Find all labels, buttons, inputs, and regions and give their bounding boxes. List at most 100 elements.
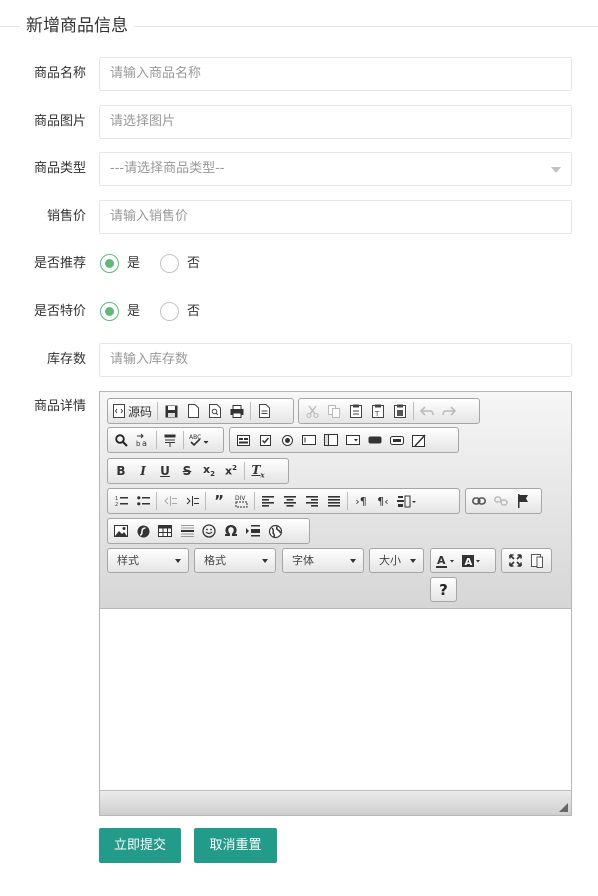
templates-button[interactable] (253, 400, 275, 422)
recommend-no-radio[interactable]: 否 (160, 254, 200, 273)
checkbox-icon (259, 434, 271, 446)
select-button[interactable] (342, 429, 364, 451)
format-combo[interactable]: 格式 (194, 548, 276, 573)
copy-button[interactable] (323, 400, 345, 422)
spellcheck-button[interactable]: ABC (186, 429, 212, 451)
create-div-button[interactable]: DIV (230, 490, 252, 512)
row-sale-price: 销售价 请输入销售价 (0, 200, 598, 234)
stock-input[interactable]: 请输入库存数 (99, 343, 572, 377)
numbered-list-button[interactable]: 12 (110, 490, 132, 512)
strike-button[interactable]: S (176, 460, 198, 482)
table-button[interactable] (154, 520, 176, 542)
replace-button[interactable]: ab (132, 429, 154, 451)
undo-button[interactable] (416, 400, 438, 422)
special-char-button[interactable]: Ω (220, 520, 242, 542)
stock-label: 库存数 (46, 352, 86, 367)
justify-button[interactable] (323, 490, 345, 512)
italic-button[interactable]: I (132, 460, 154, 482)
cut-button[interactable] (301, 400, 323, 422)
text-color-button[interactable]: A (433, 550, 459, 572)
align-center-button[interactable] (279, 490, 301, 512)
unlink-button[interactable] (490, 490, 512, 512)
button-button[interactable] (364, 429, 386, 451)
sale-price-input[interactable]: 请输入销售价 (99, 200, 572, 234)
smiley-button[interactable] (198, 520, 220, 542)
align-left-button[interactable] (257, 490, 279, 512)
product-image-input[interactable]: 请选择图片 (99, 105, 572, 139)
svg-text:a: a (142, 439, 147, 447)
flash-button[interactable] (132, 520, 154, 542)
indent-button[interactable] (181, 490, 203, 512)
bulleted-list-button[interactable] (132, 490, 154, 512)
editor-content-area[interactable] (100, 609, 571, 790)
paste-word-button[interactable] (389, 400, 411, 422)
checkbox-button[interactable] (254, 429, 276, 451)
language-button[interactable] (394, 490, 420, 512)
horizontal-rule-button[interactable] (176, 520, 198, 542)
iframe-button[interactable] (264, 520, 286, 542)
product-image-label: 商品图片 (33, 114, 86, 129)
special-no-radio[interactable]: 否 (160, 302, 200, 321)
source-icon (113, 404, 125, 418)
page-break-button[interactable] (242, 520, 264, 542)
remove-format-button[interactable]: Tx (247, 460, 269, 482)
ltr-button[interactable]: ›¶ (350, 490, 372, 512)
image-button-button[interactable] (386, 429, 408, 451)
toolbar-separator (156, 431, 157, 449)
recommend-yes-radio[interactable]: 是 (100, 254, 140, 273)
product-type-select[interactable]: ---请选择商品类型-- (99, 152, 572, 186)
preview-button[interactable] (204, 400, 226, 422)
product-detail-label: 商品详情 (33, 399, 86, 414)
help-button[interactable]: ? (430, 577, 457, 602)
textarea-button[interactable] (320, 429, 342, 451)
print-button[interactable] (226, 400, 248, 422)
outdent-button[interactable] (159, 490, 181, 512)
size-combo[interactable]: 大小 (369, 548, 424, 573)
toolbar-group-links (465, 488, 542, 514)
globe-icon (268, 524, 282, 538)
show-blocks-button[interactable] (526, 550, 548, 572)
resize-handle-icon[interactable] (559, 803, 568, 812)
justify-icon (328, 495, 340, 507)
save-button[interactable] (160, 400, 182, 422)
rtl-button[interactable]: ¶‹ (372, 490, 394, 512)
font-combo[interactable]: 字体 (282, 548, 364, 573)
image-button[interactable] (110, 520, 132, 542)
bold-button[interactable]: B (110, 460, 132, 482)
svg-text:A: A (437, 554, 446, 567)
align-right-button[interactable] (301, 490, 323, 512)
form-button[interactable] (232, 429, 254, 451)
underline-icon: U (160, 464, 170, 478)
toolbar-group-insert: Ω (107, 518, 310, 544)
radio-unchecked-icon (160, 254, 179, 273)
textarea-icon (324, 434, 338, 446)
source-button[interactable]: 源码 (110, 400, 155, 422)
subscript-button[interactable]: x2 (198, 460, 220, 482)
bg-color-button[interactable]: A (459, 550, 485, 572)
radio-button[interactable] (276, 429, 298, 451)
underline-button[interactable]: U (154, 460, 176, 482)
paste-text-button[interactable]: T (367, 400, 389, 422)
superscript-button[interactable]: x2 (220, 460, 242, 482)
maximize-button[interactable] (504, 550, 526, 572)
find-button[interactable] (110, 429, 132, 451)
new-page-button[interactable] (182, 400, 204, 422)
replace-icon: ab (136, 433, 147, 447)
row-special-price: 是否特价 是 否 (0, 295, 598, 329)
style-combo[interactable]: 样式 (107, 548, 189, 573)
select-all-button[interactable] (159, 429, 181, 451)
anchor-button[interactable] (512, 490, 534, 512)
special-yes-radio[interactable]: 是 (100, 302, 140, 321)
product-name-input[interactable]: 请输入商品名称 (99, 57, 572, 91)
align-right-icon (306, 495, 318, 507)
blockquote-button[interactable]: ” (208, 490, 230, 512)
redo-button[interactable] (438, 400, 460, 422)
link-button[interactable] (468, 490, 490, 512)
paste-button[interactable] (345, 400, 367, 422)
textfield-button[interactable] (298, 429, 320, 451)
recommend-label: 是否推荐 (33, 256, 86, 271)
submit-button[interactable]: 立即提交 (99, 828, 181, 863)
hidden-field-button[interactable] (408, 429, 430, 451)
row-recommend: 是否推荐 是 否 (0, 247, 598, 281)
reset-button[interactable]: 取消重置 (194, 828, 277, 863)
